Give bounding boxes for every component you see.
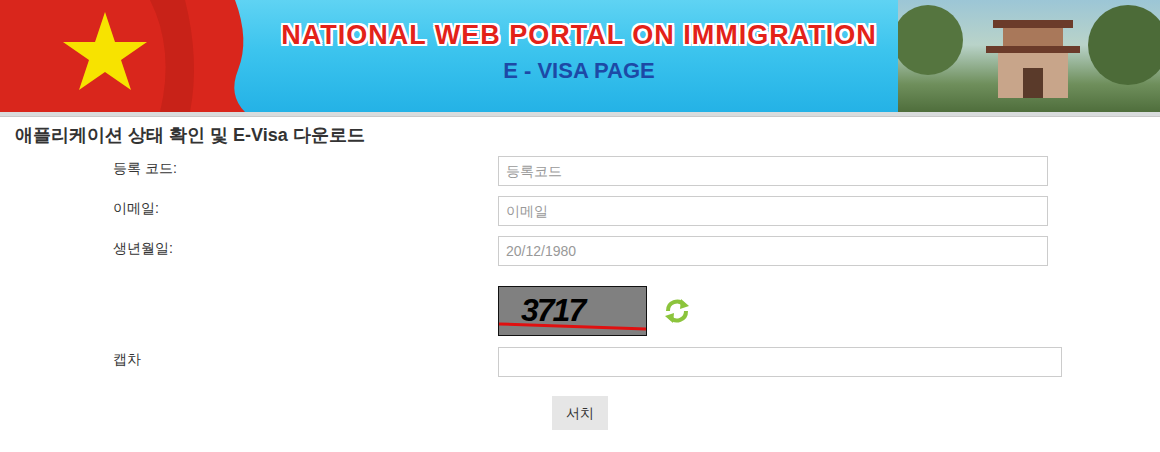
page-heading: 애플리케이션 상태 확인 및 E-Visa 다운로드	[15, 125, 1160, 147]
captcha-row: 3717	[0, 286, 1160, 336]
captcha-input[interactable]	[498, 347, 1062, 377]
status-form: 등록 코드: 이메일: 생년월일: 3717 캡차서치	[0, 156, 1160, 430]
site-subtitle: E - VISA PAGE	[260, 59, 898, 83]
search-button[interactable]: 서치	[552, 396, 608, 430]
flag-icon	[0, 0, 260, 112]
header-titles: NATIONAL WEB PORTAL ON IMMIGRATION E - VI…	[260, 0, 898, 112]
field-label: 등록 코드:	[0, 156, 498, 186]
captcha-code: 3717	[521, 292, 584, 328]
header-rule	[0, 112, 1160, 117]
captcha-input-row: 캡차	[0, 347, 1160, 377]
captcha-image: 3717	[498, 286, 647, 336]
refresh-icon[interactable]	[662, 296, 692, 326]
button-row: 서치	[0, 396, 1160, 430]
temple-photo	[898, 0, 1160, 112]
field-label: 생년월일:	[0, 236, 498, 266]
form-row: 생년월일:	[0, 236, 1160, 266]
field-input[interactable]	[498, 156, 1048, 186]
site-title: NATIONAL WEB PORTAL ON IMMIGRATION	[260, 20, 898, 51]
form-row: 이메일:	[0, 196, 1160, 226]
header-banner: NATIONAL WEB PORTAL ON IMMIGRATION E - VI…	[0, 0, 1160, 112]
captcha-label: 캡차	[0, 347, 498, 377]
field-input[interactable]	[498, 196, 1048, 226]
form-row: 등록 코드:	[0, 156, 1160, 186]
field-input[interactable]	[498, 236, 1048, 266]
field-label: 이메일:	[0, 196, 498, 226]
